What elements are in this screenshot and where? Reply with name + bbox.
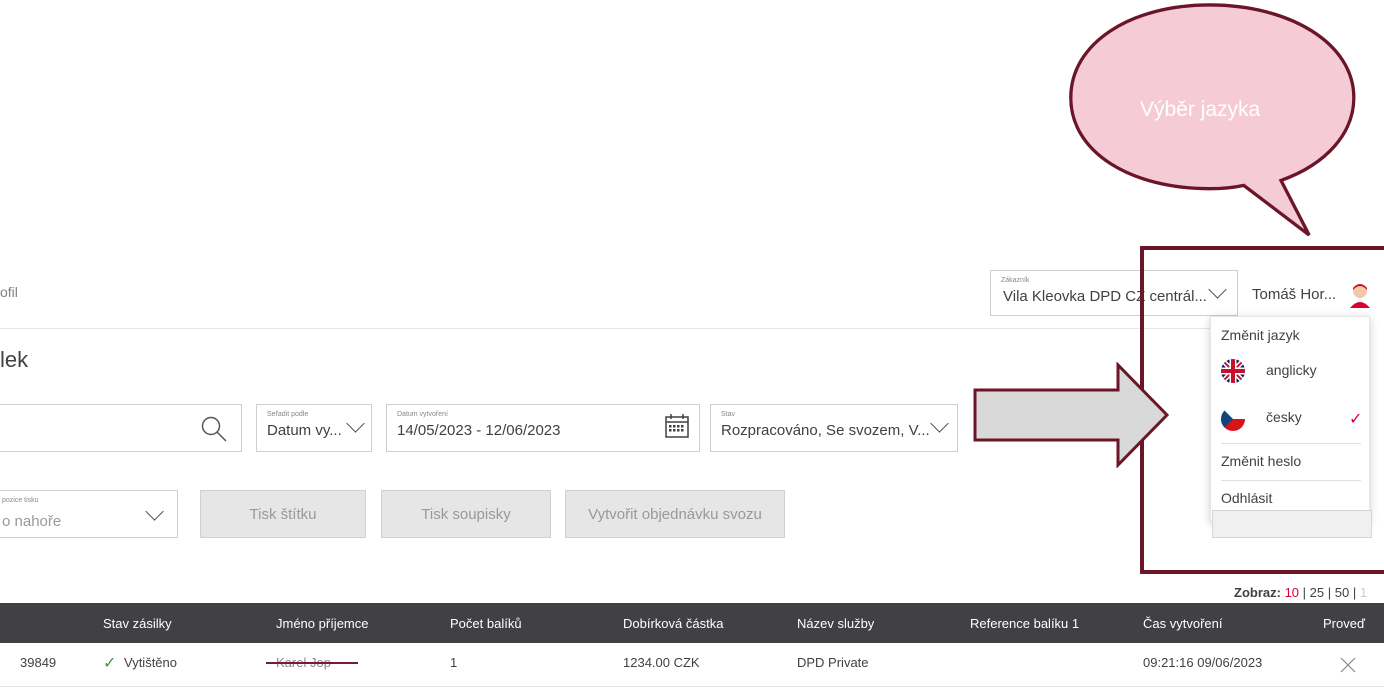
search-input[interactable] [0,404,242,452]
column-header-service[interactable]: Název služby [797,616,874,631]
highlight-rectangle [1140,246,1384,574]
column-header-reference[interactable]: Reference balíku 1 [970,616,1079,631]
check-icon: ✓ [103,655,117,672]
page-size-10[interactable]: 10 [1285,585,1299,600]
header-divider [0,328,1210,329]
column-header-recipient[interactable]: Jméno příjemce [276,616,368,631]
cell-status: Vytištěno [124,655,177,670]
search-icon[interactable] [200,415,228,443]
column-header-actions[interactable]: Proveď [1323,616,1365,631]
sort-select[interactable]: Seřadit podle Datum vy... [256,404,372,452]
create-pickup-button[interactable]: Vytvořit objednávku svozu [565,490,785,538]
page-size-25[interactable]: 25 [1310,585,1324,600]
table-header: Stav zásilky Jméno příjemce Počet balíků… [0,603,1384,643]
date-value: 14/05/2023 - 12/06/2023 [397,422,561,439]
page-size-label: Zobraz: [1234,585,1281,600]
calendar-icon[interactable] [665,414,689,438]
column-header-packages[interactable]: Počet balíků [450,616,522,631]
close-icon[interactable] [1340,657,1356,673]
page-size-50[interactable]: 50 [1335,585,1349,600]
state-select[interactable]: Stav Rozpracováno, Se svozem, V... [710,404,958,452]
print-position-select[interactable]: pozice tisku o nahoře [0,490,178,538]
customer-label: Zákazník [1001,277,1030,284]
cell-created: 09:21:16 09/06/2023 [1143,655,1263,670]
page-size-selector: Zobraz: 10 | 25 | 50 | 1 [1234,585,1368,600]
page-size-more[interactable]: 1 [1360,585,1367,600]
table-row[interactable]: 39849 ✓ Vytištěno Karel Jop 1 1234.00 CZ… [0,643,1384,687]
sort-label: Seřadit podle [267,411,309,418]
callout-text: Výběr jazyka [1140,98,1261,121]
cell-id: 39849 [20,655,57,670]
cell-cod: 1234.00 CZK [623,655,700,670]
chevron-down-icon [145,502,164,521]
column-header-status[interactable]: Stav zásilky [103,616,172,631]
cell-packages: 1 [450,655,458,670]
print-label-button[interactable]: Tisk štítku [200,490,366,538]
column-header-created[interactable]: Čas vytvoření [1143,616,1222,631]
print-position-value: o nahoře [2,513,62,530]
date-label: Datum vytvoření [397,411,448,418]
strike-annotation [266,662,358,664]
print-list-button[interactable]: Tisk soupisky [381,490,551,538]
cell-service: DPD Private [797,655,869,670]
sort-value: Datum vy... [267,422,342,439]
column-header-cod[interactable]: Dobírková částka [623,616,723,631]
arrow-right-icon [973,362,1170,468]
chevron-down-icon [346,414,365,433]
chevron-down-icon [930,414,949,433]
page-title: lek [0,347,29,372]
state-label: Stav [721,411,736,418]
state-value: Rozpracováno, Se svozem, V... [721,422,930,439]
date-range-field[interactable]: Datum vytvoření 14/05/2023 - 12/06/2023 [386,404,700,452]
profile-nav-link[interactable]: ofil [0,284,18,300]
print-position-label: pozice tisku [2,497,39,504]
